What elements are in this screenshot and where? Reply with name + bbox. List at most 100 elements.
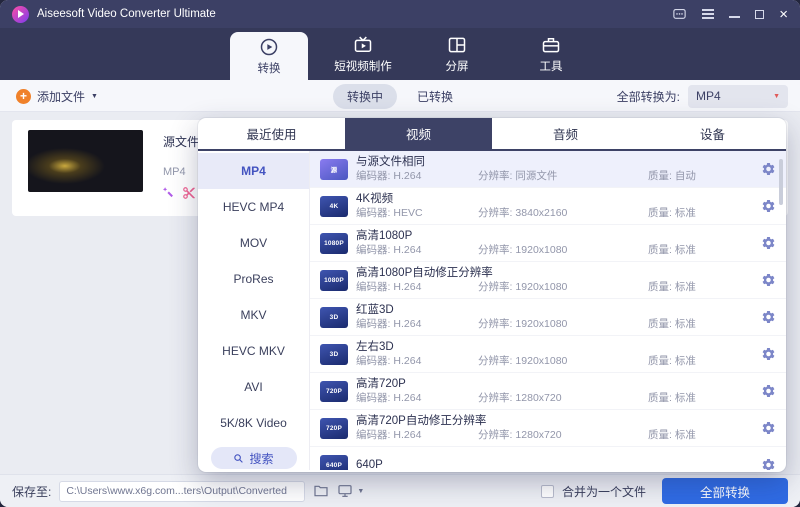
output-path-input[interactable]	[59, 481, 305, 502]
add-files-button[interactable]: + 添加文件 ▼	[16, 80, 98, 112]
preset-row[interactable]: 720P 高清720P自动修正分辨率 编码器:H.264 分辨率:1280x72…	[310, 410, 786, 447]
plus-icon: +	[16, 89, 31, 104]
sidebar-item-hevc-mp4[interactable]: HEVC MP4	[198, 189, 309, 225]
tab-audio[interactable]: 音频	[492, 118, 639, 149]
preset-row[interactable]: 3D 左右3D 编码器:H.264 分辨率:1920x1080 质量:标准	[310, 336, 786, 373]
preset-details: 编码器:H.264 分辨率:1920x1080 质量:标准	[356, 282, 760, 293]
nav-bar: 转换 短视频制作 分屏 工具	[0, 28, 800, 80]
open-folder-icon[interactable]	[313, 483, 329, 499]
preset-badge: 3D	[320, 344, 348, 365]
video-maker-icon	[353, 35, 373, 55]
gear-icon[interactable]	[761, 236, 776, 251]
preset-details: 编码器:H.264 分辨率:1280x720 质量:标准	[356, 393, 760, 404]
app-logo-icon	[12, 6, 29, 23]
preset-row[interactable]: 4K 4K视频 编码器:HEVC 分辨率:3840x2160 质量:标准	[310, 188, 786, 225]
file-name: 源文件	[163, 133, 199, 150]
chevron-down-icon: ▼	[773, 93, 780, 100]
preset-title: 高清720P自动修正分辨率	[356, 415, 760, 427]
search-label: 搜索	[249, 450, 273, 467]
preset-badge: 1080P	[320, 270, 348, 291]
add-files-label: 添加文件	[37, 88, 85, 105]
sidebar-item-5k8k[interactable]: 5K/8K Video	[198, 405, 309, 441]
preset-badge: 720P	[320, 418, 348, 439]
scrollbar-thumb[interactable]	[779, 159, 783, 205]
output-format-select[interactable]: MP4 ▼	[688, 85, 788, 108]
menu-icon[interactable]	[702, 9, 714, 19]
preset-badge: 1080P	[320, 233, 348, 254]
gear-icon[interactable]	[761, 384, 776, 399]
chevron-down-icon: ▼	[357, 488, 364, 495]
preset-details: 编码器:H.264 分辨率:同源文件 质量:自动	[356, 171, 760, 182]
converted-tab[interactable]: 已转换	[403, 84, 467, 109]
gear-icon[interactable]	[761, 347, 776, 362]
tab-toolbox[interactable]: 工具	[512, 28, 590, 80]
tab-convert[interactable]: 转换	[230, 32, 308, 80]
preset-title: 高清1080P	[356, 230, 760, 242]
tab-short-video[interactable]: 短视频制作	[324, 28, 402, 80]
tab-recent[interactable]: 最近使用	[198, 118, 345, 149]
preset-details: 编码器:H.264 分辨率:1920x1080 质量:标准	[356, 356, 760, 367]
preset-details: 编码器:H.264 分辨率:1920x1080 质量:标准	[356, 245, 760, 256]
titlebar: Aiseesoft Video Converter Ultimate ×	[0, 0, 800, 28]
chevron-down-icon: ▼	[91, 93, 98, 100]
split-screen-icon	[447, 35, 467, 55]
sidebar-item-mp4[interactable]: MP4	[198, 153, 309, 189]
merge-checkbox[interactable]	[541, 485, 554, 498]
tab-video[interactable]: 视频	[345, 118, 492, 149]
search-button[interactable]: 搜索	[211, 447, 297, 469]
convert-all-button[interactable]: 全部转换	[662, 478, 788, 504]
preset-badge: 4K	[320, 196, 348, 217]
output-format-value: MP4	[696, 89, 721, 103]
save-to-label: 保存至:	[12, 483, 51, 500]
merge-label: 合并为一个文件	[562, 483, 646, 500]
preset-row[interactable]: 3D 红蓝3D 编码器:H.264 分辨率:1920x1080 质量:标准	[310, 299, 786, 336]
tab-label: 工具	[540, 58, 563, 74]
preset-row[interactable]: 640P 640P	[310, 447, 786, 470]
converting-tab[interactable]: 转换中	[333, 84, 397, 109]
convert-all-to-label: 全部转换为:	[617, 88, 680, 105]
toolbar: + 添加文件 ▼ 转换中 已转换 全部转换为: MP4 ▼	[0, 80, 800, 112]
preset-badge: 源	[320, 159, 348, 180]
preset-title: 640P	[356, 459, 760, 470]
search-icon	[233, 453, 244, 464]
gear-icon[interactable]	[761, 310, 776, 325]
sidebar-item-hevc-mkv[interactable]: HEVC MKV	[198, 333, 309, 369]
preset-row[interactable]: 720P 高清720P 编码器:H.264 分辨率:1280x720 质量:标准	[310, 373, 786, 410]
gear-icon[interactable]	[761, 199, 776, 214]
preset-row[interactable]: 1080P 高清1080P自动修正分辨率 编码器:H.264 分辨率:1920x…	[310, 262, 786, 299]
preset-title: 左右3D	[356, 341, 760, 353]
maximize-button[interactable]	[755, 10, 764, 19]
sidebar-item-mov[interactable]: MOV	[198, 225, 309, 261]
toolbox-icon	[541, 35, 561, 55]
file-format: MP4	[163, 166, 186, 178]
gear-icon[interactable]	[761, 421, 776, 436]
sidebar-item-prores[interactable]: ProRes	[198, 261, 309, 297]
feedback-icon[interactable]	[672, 7, 687, 22]
bottom-bar: 保存至: ▼ 合并为一个文件 全部转换	[0, 474, 800, 507]
tab-split-screen[interactable]: 分屏	[418, 28, 496, 80]
edit-icon[interactable]	[161, 186, 175, 205]
gear-icon[interactable]	[761, 162, 776, 177]
preset-row[interactable]: 源 与源文件相同 编码器:H.264 分辨率:同源文件 质量:自动	[310, 151, 786, 188]
sidebar-item-mkv[interactable]: MKV	[198, 297, 309, 333]
preset-row[interactable]: 1080P 高清1080P 编码器:H.264 分辨率:1920x1080 质量…	[310, 225, 786, 262]
output-device-icon[interactable]	[337, 483, 353, 499]
format-picker-tabs: 最近使用 视频 音频 设备	[198, 118, 786, 151]
cut-icon[interactable]	[182, 186, 196, 205]
preset-badge: 640P	[320, 455, 348, 471]
minimize-button[interactable]	[729, 16, 740, 18]
close-button[interactable]: ×	[779, 7, 788, 22]
gear-icon[interactable]	[761, 458, 776, 471]
tab-device[interactable]: 设备	[639, 118, 786, 149]
disc-icon	[259, 37, 279, 57]
video-thumbnail	[28, 130, 143, 192]
preset-title: 4K视频	[356, 193, 760, 205]
preset-title: 高清720P	[356, 378, 760, 390]
sidebar-item-avi[interactable]: AVI	[198, 369, 309, 405]
format-picker-popup: 最近使用 视频 音频 设备 MP4 HEVC MP4 MOV ProRes MK…	[198, 118, 786, 472]
gear-icon[interactable]	[761, 273, 776, 288]
tab-label: 短视频制作	[334, 58, 392, 74]
tab-label: 转换	[258, 60, 281, 76]
preset-list: 源 与源文件相同 编码器:H.264 分辨率:同源文件 质量:自动 4K	[310, 151, 786, 470]
app-window: Aiseesoft Video Converter Ultimate × 转换 …	[0, 0, 800, 507]
